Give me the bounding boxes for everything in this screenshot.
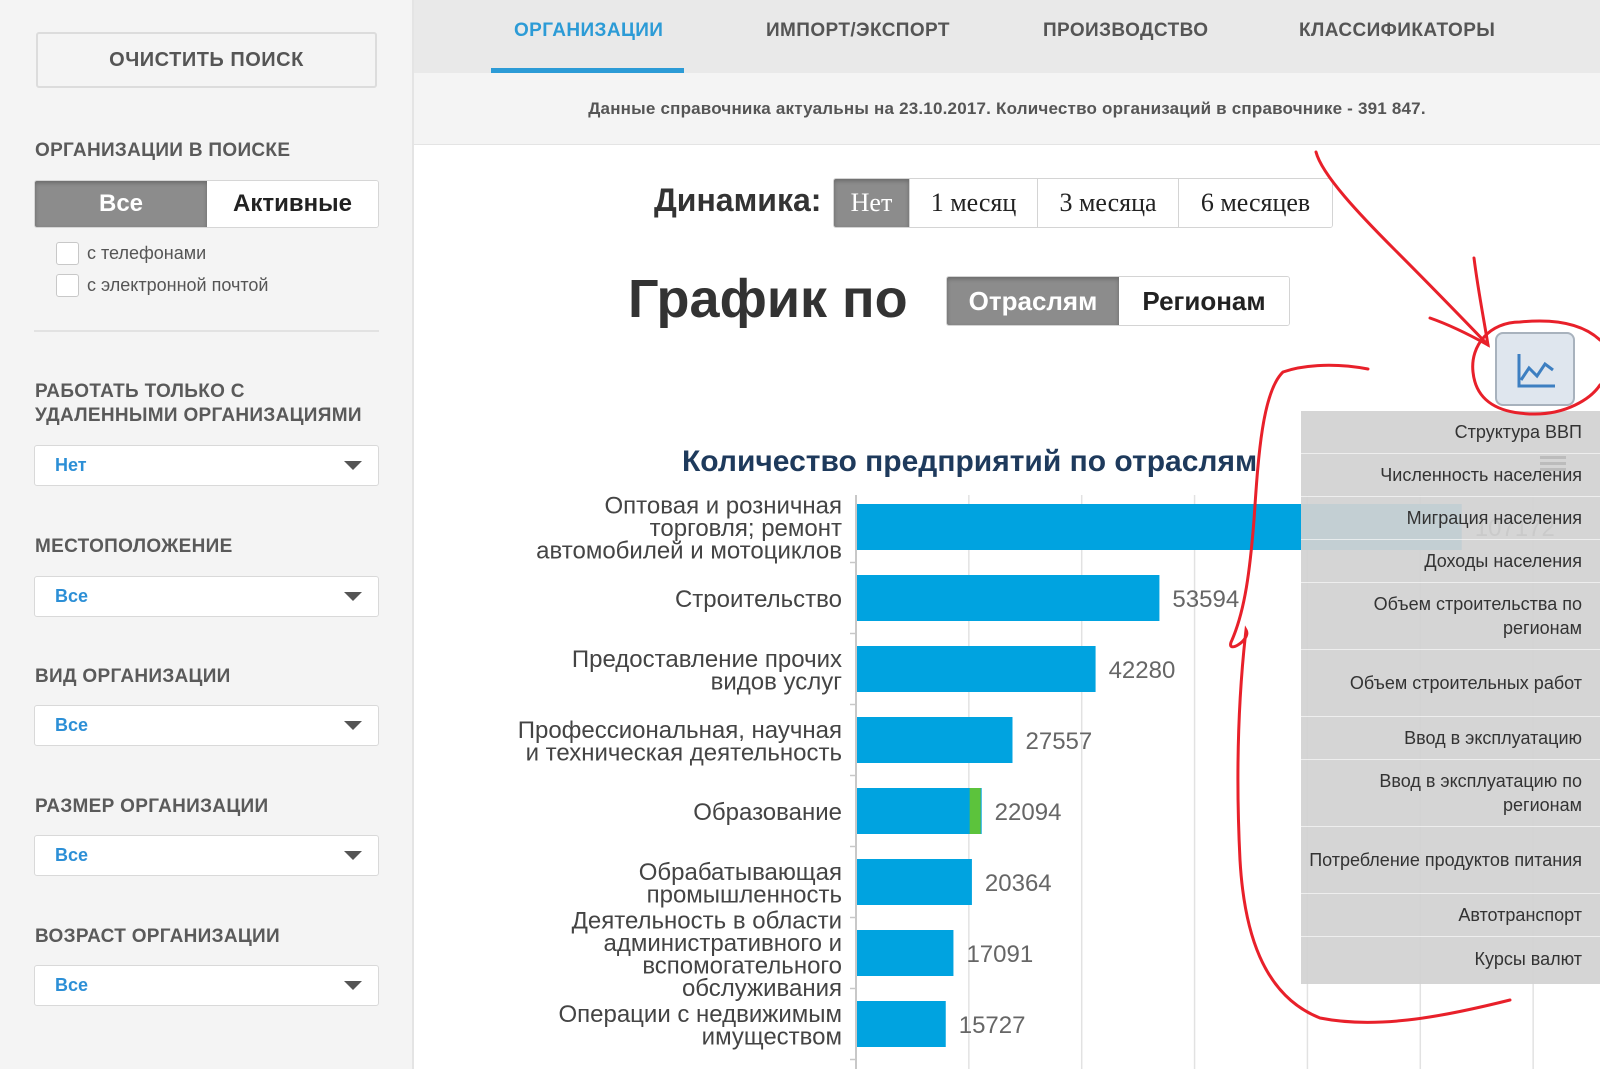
- menu-item[interactable]: Доходы населения: [1301, 540, 1600, 583]
- dynamics-none-option[interactable]: Нет: [834, 179, 910, 227]
- dynamics-toggle: Нет 1 месяц 3 месяца 6 месяцев: [833, 178, 1333, 228]
- graph-by-label: График по: [628, 269, 908, 329]
- chart-data-label: 17091: [966, 941, 1033, 968]
- tab-classifiers[interactable]: КЛАССИФИКАТОРЫ: [1299, 20, 1495, 42]
- menu-item[interactable]: Ввод в эксплуатацию по регионам: [1301, 760, 1600, 827]
- app-root: ОЧИСТИТЬ ПОИСК ОРГАНИЗАЦИИ В ПОИСКЕ Все …: [0, 0, 1600, 1069]
- menu-item[interactable]: Курсы валют: [1301, 937, 1600, 980]
- location-select[interactable]: Все: [34, 576, 379, 617]
- orgs-in-search-toggle: Все Активные: [34, 180, 379, 228]
- with-phones-checkbox[interactable]: с телефонами: [56, 242, 206, 265]
- chart-category-label: Профессиональная, научная и техническая д…: [518, 717, 842, 767]
- checkbox-label: с телефонами: [87, 243, 207, 263]
- chevron-down-icon: [344, 461, 362, 470]
- annotation-arrowhead: [1428, 256, 1490, 348]
- chart-category-label: Оптовая и розничная торговля; ремонт автом…: [536, 493, 842, 565]
- orgs-in-search-label: ОРГАНИЗАЦИИ В ПОИСКЕ: [35, 140, 291, 161]
- graph-by-industry-option[interactable]: Отраслям: [947, 277, 1119, 325]
- deleted-orgs-select[interactable]: Нет: [34, 445, 379, 486]
- graph-by-toggle: Отраслям Регионам: [946, 276, 1290, 326]
- menu-item[interactable]: Автотранспорт: [1301, 894, 1600, 937]
- tab-production[interactable]: ПРОИЗВОДСТВО: [1043, 20, 1208, 42]
- org-age-label: ВОЗРАСТ ОРГАНИЗАЦИИ: [35, 926, 280, 947]
- chart-data-label: 53594: [1172, 586, 1239, 613]
- chart-data-label: 22094: [995, 799, 1062, 826]
- chart-menu-button[interactable]: [1495, 332, 1575, 406]
- chart-category-label: Деятельность в области административного …: [572, 907, 842, 1002]
- chart-data-label: 27557: [1026, 728, 1093, 755]
- checkbox-label: с электронной почтой: [87, 275, 269, 295]
- chart-bar[interactable]: [857, 646, 1096, 692]
- select-value: Все: [55, 845, 89, 865]
- chart-bar-highlight: [969, 788, 981, 834]
- chart-bar[interactable]: [857, 575, 1160, 621]
- chart-category-label: Операции с недвижимым имуществом: [558, 1001, 842, 1051]
- annotation-arrow: [1314, 150, 1490, 347]
- chart-data-label: 42280: [1109, 657, 1176, 684]
- chart-bar[interactable]: [857, 859, 972, 905]
- menu-item[interactable]: Объем строительства по регионам: [1301, 583, 1600, 650]
- menu-item[interactable]: Структура ВВП: [1301, 411, 1600, 454]
- chart-data-label: 15727: [959, 1012, 1026, 1039]
- menu-handle-icon: [1540, 456, 1566, 474]
- tab-import-export[interactable]: ИМПОРТ/ЭКСПОРТ: [766, 20, 950, 42]
- checkbox-box[interactable]: [56, 274, 79, 297]
- with-email-checkbox[interactable]: с электронной почтой: [56, 274, 268, 297]
- dynamics-6m-option[interactable]: 6 месяцев: [1179, 179, 1332, 227]
- label-line: УДАЛЕННЫМИ ОРГАНИЗАЦИЯМИ: [35, 405, 362, 426]
- chart-bar[interactable]: [857, 930, 954, 976]
- org-type-label: ВИД ОРГАНИЗАЦИИ: [35, 666, 231, 687]
- dynamics-1m-option[interactable]: 1 месяц: [910, 179, 1038, 227]
- filter-sidebar: ОЧИСТИТЬ ПОИСК ОРГАНИЗАЦИИ В ПОИСКЕ Все …: [0, 0, 414, 1069]
- chart-category-label: Обрабатывающая промышленность: [639, 859, 842, 909]
- chevron-down-icon: [344, 981, 362, 990]
- menu-item[interactable]: Миграция населения: [1301, 497, 1600, 540]
- chart-title: Количество предприятий по отраслям: [682, 445, 1258, 478]
- orgs-active-option[interactable]: Активные: [207, 181, 378, 227]
- label-line: РАБОТАТЬ ТОЛЬКО С: [35, 381, 245, 402]
- select-value: Все: [55, 715, 89, 735]
- location-label: МЕСТОПОЛОЖЕНИЕ: [35, 536, 233, 557]
- menu-item[interactable]: Ввод в эксплуатацию: [1301, 717, 1600, 760]
- menu-item[interactable]: Потребление продуктов питания: [1301, 827, 1600, 894]
- info-bar: Данные справочника актуальны на 23.10.20…: [414, 73, 1600, 145]
- chart-data-label: 20364: [985, 870, 1052, 897]
- org-size-select[interactable]: Все: [34, 835, 379, 876]
- chevron-down-icon: [344, 721, 362, 730]
- select-value: Нет: [55, 455, 87, 475]
- chart-bar[interactable]: [857, 717, 1013, 763]
- dynamics-label: Динамика:: [654, 182, 822, 218]
- menu-item[interactable]: Объем строительных работ: [1301, 650, 1600, 717]
- chart-category-label: Образование: [693, 799, 842, 826]
- chart-type-menu: Структура ВВП Численность населения Мигр…: [1301, 411, 1600, 984]
- org-type-select[interactable]: Все: [34, 705, 379, 746]
- sidebar-divider: [34, 330, 379, 332]
- chart-bar[interactable]: [857, 788, 982, 834]
- org-size-label: РАЗМЕР ОРГАНИЗАЦИИ: [35, 796, 269, 817]
- select-value: Все: [55, 975, 89, 995]
- chevron-down-icon: [344, 592, 362, 601]
- orgs-all-option[interactable]: Все: [35, 181, 207, 227]
- chart-category-label: Предоставление прочих видов услуг: [572, 646, 842, 696]
- graph-by-region-option[interactable]: Регионам: [1119, 277, 1289, 325]
- tab-organizations[interactable]: ОРГАНИЗАЦИИ: [514, 20, 663, 42]
- chart-category-label: Строительство: [675, 586, 842, 613]
- checkbox-box[interactable]: [56, 242, 79, 265]
- clear-search-button[interactable]: ОЧИСТИТЬ ПОИСК: [36, 32, 377, 88]
- org-age-select[interactable]: Все: [34, 965, 379, 1006]
- chart-bar[interactable]: [857, 1001, 946, 1047]
- line-chart-icon: [1517, 354, 1555, 388]
- dynamics-3m-option[interactable]: 3 месяца: [1038, 179, 1179, 227]
- deleted-orgs-label: РАБОТАТЬ ТОЛЬКО С УДАЛЕННЫМИ ОРГАНИЗАЦИЯ…: [35, 380, 362, 428]
- chevron-down-icon: [344, 851, 362, 860]
- select-value: Все: [55, 586, 89, 606]
